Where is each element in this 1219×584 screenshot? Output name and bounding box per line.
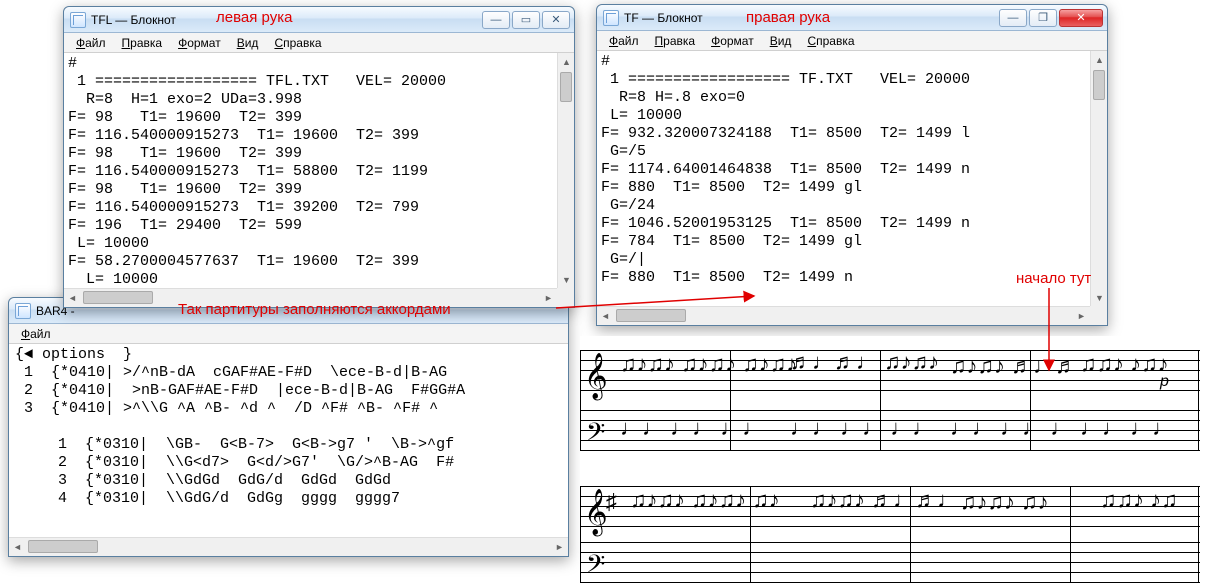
text-content[interactable]: # 1 ================== TFL.TXT VEL= 2000… — [64, 53, 574, 291]
scroll-corner — [557, 288, 574, 305]
scrollbar-horizontal[interactable]: ◄ ► — [9, 537, 568, 554]
scrollbar-horizontal[interactable]: ◄ ► — [597, 306, 1090, 323]
scroll-up-icon[interactable]: ▲ — [558, 53, 574, 70]
window-buttons: — ▭ ✕ — [482, 11, 570, 29]
notepad-icon — [603, 10, 619, 26]
scroll-right-icon[interactable]: ► — [551, 538, 568, 554]
client-area: # 1 ================== TFL.TXT VEL= 2000… — [64, 53, 574, 305]
minimize-button[interactable]: — — [999, 9, 1027, 27]
scrollbar-vertical[interactable]: ▲ ▼ — [557, 53, 574, 288]
menubar: Файл — [9, 324, 568, 344]
notepad-icon — [15, 303, 31, 319]
menu-edit[interactable]: Правка — [116, 35, 169, 51]
scroll-left-icon[interactable]: ◄ — [64, 289, 81, 305]
menu-file[interactable]: Файл — [70, 35, 112, 51]
scrollbar-horizontal[interactable]: ◄ ► — [64, 288, 557, 305]
scroll-corner — [1090, 306, 1107, 323]
window-title: TF — Блокнот — [624, 11, 999, 25]
notepad-icon — [70, 12, 86, 28]
tfl-window: TFL — Блокнот — ▭ ✕ Файл Правка Формат В… — [63, 6, 575, 308]
menu-help[interactable]: Справка — [801, 33, 860, 49]
window-buttons: — ❐ ✕ — [999, 9, 1103, 27]
music-score: 𝄞 𝄢 ♫♪♫♪ ♫♪♫♪ ♫♪♫♪ ♬♩♬♩ ♫♪♫♪ ♫♪♫♪ ♬♩♬ ♫♫… — [580, 336, 1200, 556]
menu-help[interactable]: Справка — [268, 35, 327, 51]
scrollbar-vertical[interactable]: ▲ ▼ — [1090, 51, 1107, 306]
scroll-up-icon[interactable]: ▲ — [1091, 51, 1107, 68]
window-title: TFL — Блокнот — [91, 13, 482, 27]
scroll-left-icon[interactable]: ◄ — [9, 538, 26, 554]
menubar: Файл Правка Формат Вид Справка — [64, 33, 574, 53]
menu-format[interactable]: Формат — [172, 35, 227, 51]
menu-format[interactable]: Формат — [705, 33, 760, 49]
client-area: # 1 ================== TF.TXT VEL= 20000… — [597, 51, 1107, 323]
tf-window: TF — Блокнот — ❐ ✕ Файл Правка Формат Ви… — [596, 4, 1108, 326]
restore-button[interactable]: ❐ — [1029, 9, 1057, 27]
client-area: {◄ options } 1 {*0410| >/^nB-dA cGAF#AE-… — [9, 344, 568, 554]
close-button[interactable]: ✕ — [542, 11, 570, 29]
titlebar[interactable]: TF — Блокнот — ❐ ✕ — [597, 5, 1107, 31]
menu-edit[interactable]: Правка — [649, 33, 702, 49]
maximize-button[interactable]: ▭ — [512, 11, 540, 29]
text-content[interactable]: # 1 ================== TF.TXT VEL= 20000… — [597, 51, 1107, 289]
minimize-button[interactable]: — — [482, 11, 510, 29]
menu-view[interactable]: Вид — [764, 33, 798, 49]
scroll-right-icon[interactable]: ► — [1073, 307, 1090, 323]
scroll-right-icon[interactable]: ► — [540, 289, 557, 305]
menu-file[interactable]: Файл — [15, 326, 57, 342]
scroll-down-icon[interactable]: ▼ — [1091, 289, 1107, 306]
scroll-left-icon[interactable]: ◄ — [597, 307, 614, 323]
menu-file[interactable]: Файл — [603, 33, 645, 49]
menubar: Файл Правка Формат Вид Справка — [597, 31, 1107, 51]
scroll-down-icon[interactable]: ▼ — [558, 271, 574, 288]
bar4-window: BAR4 - Файл {◄ options } 1 {*0410| >/^nB… — [8, 297, 569, 557]
menu-view[interactable]: Вид — [231, 35, 265, 51]
close-button[interactable]: ✕ — [1059, 9, 1103, 27]
titlebar[interactable]: TFL — Блокнот — ▭ ✕ — [64, 7, 574, 33]
text-content-lower[interactable]: 1 {*0310| \GB- G<B-7> G<B->g7 ' \B->^gf … — [9, 434, 568, 510]
text-content-upper[interactable]: {◄ options } 1 {*0410| >/^nB-dA cGAF#AE-… — [9, 344, 568, 420]
